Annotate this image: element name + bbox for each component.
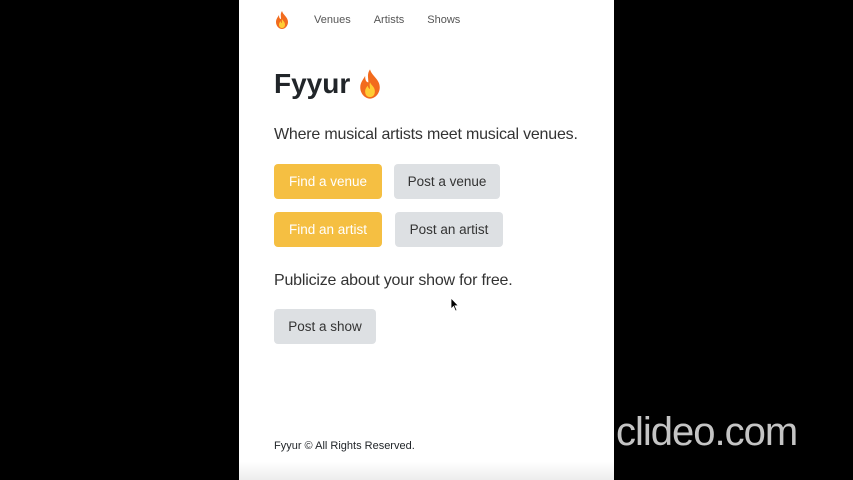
watermark: clideo.com <box>616 410 798 454</box>
hero-title: Fyyur <box>274 68 383 100</box>
video-frame: Venues Artists Shows Fyyur Where musical… <box>0 0 853 480</box>
page-title: Fyyur <box>274 68 351 99</box>
post-show-button[interactable]: Post a show <box>274 309 376 344</box>
post-artist-button[interactable]: Post an artist <box>395 212 503 247</box>
page-bottom-fade <box>239 462 614 480</box>
footer-text: Fyyur © All Rights Reserved. <box>274 440 415 452</box>
nav-link-artists[interactable]: Artists <box>374 14 405 26</box>
mouse-cursor-icon <box>450 297 460 312</box>
tagline: Where musical artists meet musical venue… <box>274 126 578 143</box>
nav-link-shows[interactable]: Shows <box>427 14 460 26</box>
post-venue-button[interactable]: Post a venue <box>394 164 500 199</box>
nav-link-venues[interactable]: Venues <box>314 14 351 26</box>
navbar: Venues Artists Shows <box>274 10 483 30</box>
find-venue-button[interactable]: Find a venue <box>274 164 382 199</box>
flame-icon[interactable] <box>274 11 290 29</box>
flame-icon <box>357 69 383 99</box>
publicize-text: Publicize about your show for free. <box>274 272 513 289</box>
find-artist-button[interactable]: Find an artist <box>274 212 382 247</box>
browser-page: Venues Artists Shows Fyyur Where musical… <box>239 0 614 480</box>
